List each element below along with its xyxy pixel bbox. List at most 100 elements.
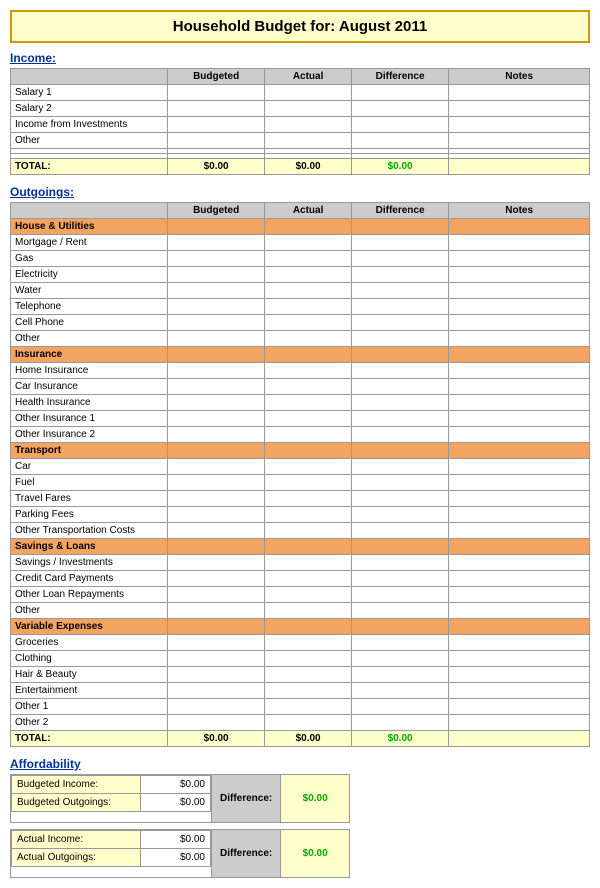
outgoings-category-notes [449,219,590,235]
outgoings-category-notes [449,347,590,363]
outgoings-row-difference [351,459,448,475]
budgeted-income-val: $0.00 [141,776,211,794]
outgoings-category-notes [449,619,590,635]
outgoings-row-notes [449,235,590,251]
outgoings-row: Other 1 [11,699,590,715]
outgoings-row-notes [449,363,590,379]
outgoings-category-budgeted [167,539,264,555]
outgoings-row-difference [351,267,448,283]
outgoings-row-label: Other 1 [11,699,168,715]
income-row-budgeted [167,101,264,117]
outgoings-row-actual [265,667,352,683]
outgoings-row-budgeted [167,587,264,603]
actual-income-row: Actual Income: $0.00 [12,831,211,849]
income-total-actual: $0.00 [265,159,352,175]
outgoings-row-difference [351,555,448,571]
outgoings-category-budgeted [167,443,264,459]
outgoings-row-budgeted [167,459,264,475]
outgoings-row-notes [449,587,590,603]
outgoings-row: Other 2 [11,715,590,731]
outgoings-row-budgeted [167,635,264,651]
income-row-actual [265,85,352,101]
outgoings-row-difference [351,699,448,715]
outgoings-row-budgeted [167,283,264,299]
outgoings-row-difference [351,491,448,507]
budgeted-difference-label: Difference: [212,775,281,822]
outgoings-row: Other Insurance 1 [11,411,590,427]
outgoings-row-budgeted [167,395,264,411]
outgoings-row-actual [265,331,352,347]
outgoings-row-budgeted [167,411,264,427]
outgoings-row-label: Hair & Beauty [11,667,168,683]
affordability-budgeted-pair: Budgeted Income: $0.00 Budgeted Outgoing… [10,774,350,823]
outgoings-category-actual [265,443,352,459]
outgoings-row-difference [351,251,448,267]
outgoings-table: Budgeted Actual Difference Notes House &… [10,202,590,747]
outgoings-row-budgeted [167,699,264,715]
outgoings-category-label: Variable Expenses [11,619,168,635]
outgoings-row: Other Transportation Costs [11,523,590,539]
actual-outgoings-val: $0.00 [141,849,211,867]
outgoings-row-actual [265,427,352,443]
outgoings-row-notes [449,283,590,299]
outgoings-row-budgeted [167,475,264,491]
outgoings-row-notes [449,715,590,731]
income-col-budgeted: Budgeted [167,69,264,85]
outgoings-row-label: Car [11,459,168,475]
outgoings-row: Credit Card Payments [11,571,590,587]
outgoings-row: Savings & Loans [11,539,590,555]
outgoings-row-difference [351,299,448,315]
income-row-notes [449,117,590,133]
income-col-notes: Notes [449,69,590,85]
outgoings-row-difference [351,523,448,539]
outgoings-section: Outgoings: Budgeted Actual Difference No… [10,185,590,747]
income-col-actual: Actual [265,69,352,85]
outgoings-row-difference [351,507,448,523]
income-row-label: Other [11,133,168,149]
outgoings-row-budgeted [167,427,264,443]
actual-left-table: Actual Income: $0.00 Actual Outgoings: $… [11,830,211,867]
outgoings-row-budgeted [167,299,264,315]
outgoings-col-notes: Notes [449,203,590,219]
outgoings-row-budgeted [167,715,264,731]
outgoings-row-budgeted [167,251,264,267]
outgoings-row-difference [351,331,448,347]
outgoings-row: Other [11,603,590,619]
outgoings-col-label [11,203,168,219]
budgeted-left-table: Budgeted Income: $0.00 Budgeted Outgoing… [11,775,211,812]
outgoings-row: Water [11,283,590,299]
outgoings-row: Cell Phone [11,315,590,331]
outgoings-row: Other [11,331,590,347]
outgoings-row-notes [449,251,590,267]
outgoings-row-notes [449,299,590,315]
outgoings-category-difference [351,539,448,555]
outgoings-row-difference [351,427,448,443]
outgoings-row-label: Cell Phone [11,315,168,331]
actual-difference-label: Difference: [212,830,281,877]
income-row-budgeted [167,117,264,133]
outgoings-row: Insurance [11,347,590,363]
outgoings-total-row: TOTAL: $0.00 $0.00 $0.00 [11,731,590,747]
outgoings-row-notes [449,491,590,507]
income-row-actual [265,101,352,117]
outgoings-category-label: Transport [11,443,168,459]
income-section: Income: Budgeted Actual Difference Notes… [10,51,590,175]
income-total-difference: $0.00 [351,159,448,175]
income-total-budgeted: $0.00 [167,159,264,175]
outgoings-total-actual: $0.00 [265,731,352,747]
outgoings-row-notes [449,651,590,667]
outgoings-row-budgeted [167,683,264,699]
outgoings-category-actual [265,347,352,363]
outgoings-row-actual [265,699,352,715]
income-table: Budgeted Actual Difference Notes Salary … [10,68,590,175]
outgoings-row: Car Insurance [11,379,590,395]
outgoings-row-actual [265,715,352,731]
budgeted-difference-block: Difference: $0.00 [211,775,349,822]
outgoings-row: Groceries [11,635,590,651]
outgoings-row-actual [265,571,352,587]
outgoings-row-difference [351,571,448,587]
outgoings-row-budgeted [167,571,264,587]
income-total-row: TOTAL: $0.00 $0.00 $0.00 [11,159,590,175]
income-row: Salary 1 [11,85,590,101]
outgoings-row: House & Utilities [11,219,590,235]
